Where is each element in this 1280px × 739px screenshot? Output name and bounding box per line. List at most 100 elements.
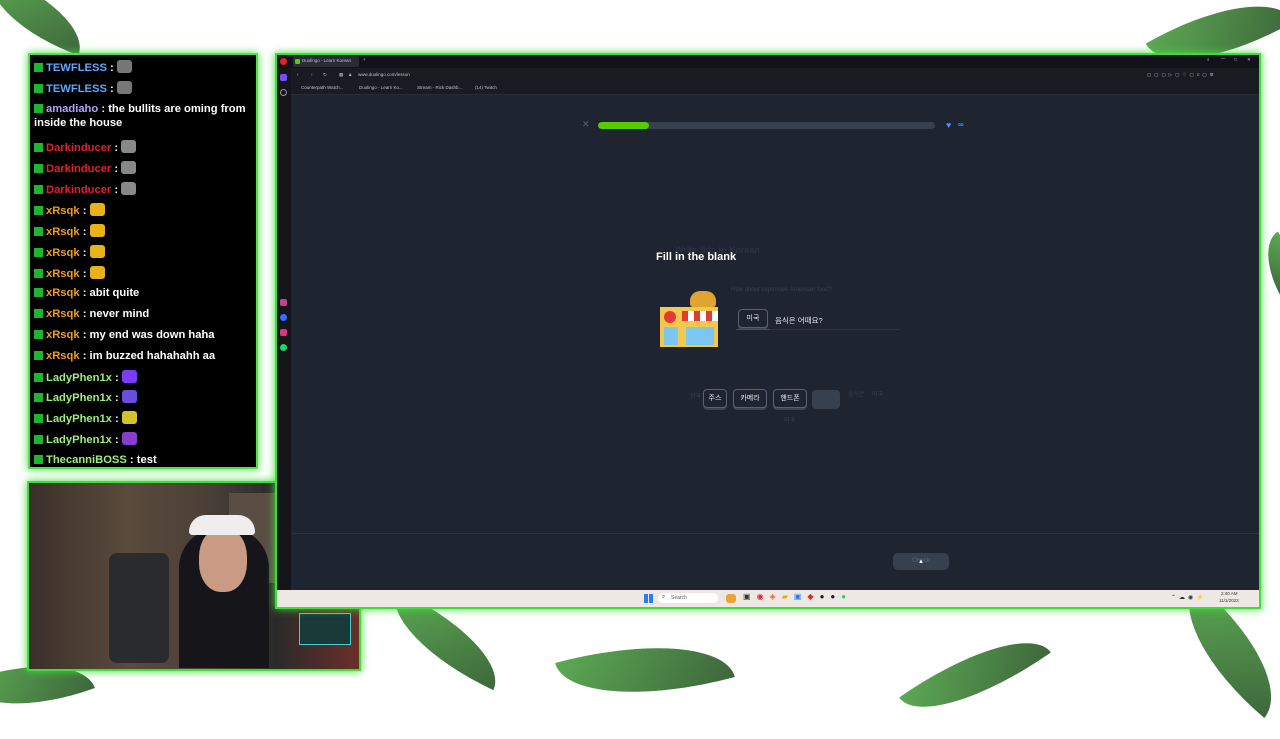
chat-separator: : (79, 247, 90, 259)
chat-username[interactable]: amadiaho (46, 103, 98, 115)
forward-icon[interactable]: › (311, 72, 313, 77)
duolingo-page: ✕ ♥ ∞ Write this in Korean Fill in the b… (292, 95, 1259, 591)
home-icon[interactable]: ▦ (339, 72, 343, 78)
chat-username[interactable]: LadyPhen1x (46, 392, 112, 404)
ghost-word-3: 음식은 (848, 392, 865, 398)
chat-username[interactable]: LadyPhen1x (46, 434, 112, 446)
chat-message: xRsqk : abit quite (30, 283, 256, 303)
chat-username[interactable]: xRsqk (46, 226, 80, 238)
reload-icon[interactable]: ↻ (323, 72, 327, 78)
mod-badge-icon (34, 143, 43, 152)
chat-username[interactable]: Darkinducer (46, 142, 111, 154)
chat-separator: : (111, 413, 122, 425)
close-lesson-icon[interactable]: ✕ (582, 119, 590, 130)
sentence-underline (770, 329, 900, 330)
chat-emote-icon (121, 370, 137, 383)
chat-username[interactable]: xRsqk (46, 247, 80, 259)
duolingo-favicon-icon (295, 59, 300, 64)
sidebar-instagram-icon[interactable] (280, 329, 287, 336)
hearts-count: ∞ (958, 120, 964, 129)
browser-sidebar (277, 68, 291, 590)
chat-username[interactable]: Darkinducer (46, 163, 111, 175)
address-input[interactable]: www.duolingo.com/lesson (358, 72, 410, 77)
chat-message: amadiaho : the bullits are oming from in… (30, 99, 256, 133)
taskbar-app-icons[interactable]: ▣◉◈▰▣◆●●● (743, 592, 852, 601)
webcam-keyboard (299, 613, 351, 645)
chat-username[interactable]: xRsqk (46, 205, 80, 217)
chat-username[interactable]: xRsqk (46, 308, 80, 320)
extensions-icons[interactable]: ▢▢▢▷▢♡▢≡▢⚙ (1147, 72, 1217, 78)
word-bank-phone[interactable]: 핸드폰 (773, 389, 807, 408)
bookmark-1[interactable]: Counterpath Watch... (301, 85, 343, 90)
bookmark-4[interactable]: (14) Twitch (475, 85, 497, 90)
door-icon (686, 327, 714, 345)
sidebar-home-icon[interactable] (280, 74, 287, 81)
sidebar-history-icon[interactable] (280, 89, 287, 96)
sidebar-messenger-icon[interactable] (280, 314, 287, 321)
chat-message: xRsqk : my end was down haha (30, 325, 256, 345)
chat-message: TEWFLESS : (30, 78, 256, 99)
chat-message: xRsqk : (30, 221, 256, 242)
chat-emote-icon (116, 81, 132, 94)
chat-emote-icon (121, 140, 137, 153)
chat-username[interactable]: TEWFLESS (46, 83, 107, 95)
chat-text: im buzzed hahahahh aa (89, 350, 216, 362)
sidebar-app-icon[interactable] (280, 299, 287, 306)
chat-message: ThecanniBOSS : test (30, 450, 256, 470)
background-leaf (899, 611, 1051, 739)
chat-message: xRsqk : (30, 263, 256, 284)
minimize-icon[interactable]: — (1221, 56, 1226, 61)
taskbar-widget-icon[interactable] (726, 594, 736, 603)
chat-username[interactable]: xRsqk (46, 268, 80, 280)
screen-capture: Duolingo - Learn Korean + ⌕ — □ ✕ ‹ › ↻ … (275, 53, 1261, 609)
mod-badge-icon (34, 288, 43, 297)
chat-username[interactable]: ThecanniBOSS (46, 454, 127, 466)
system-tray-icons[interactable]: ⌃☁◉⚡ (1171, 594, 1207, 601)
chat-emote-icon (89, 224, 105, 237)
chat-separator: : (79, 287, 90, 299)
mod-badge-icon (34, 393, 43, 402)
chat-username[interactable]: xRsqk (46, 350, 80, 362)
chat-message: LadyPhen1x : (30, 387, 256, 408)
window-search-icon[interactable]: ⌕ (1207, 57, 1210, 62)
chat-text: abit quite (89, 287, 140, 299)
sidebar-spotify-icon[interactable] (280, 344, 287, 351)
chat-username[interactable]: Darkinducer (46, 184, 111, 196)
mod-badge-icon (34, 269, 43, 278)
close-window-icon[interactable]: ✕ (1247, 57, 1251, 63)
new-tab-icon[interactable]: + (363, 57, 366, 62)
chat-emote-icon (121, 411, 137, 424)
chat-emote-icon (121, 432, 137, 445)
chat-username[interactable]: xRsqk (46, 287, 80, 299)
browser-logo-icon (280, 58, 287, 65)
chat-separator: : (79, 329, 90, 341)
word-bank-juice[interactable]: 주스 (703, 389, 727, 408)
filled-answer-text: 미국 (746, 315, 760, 322)
chat-separator: : (98, 103, 109, 115)
mod-badge-icon (34, 185, 43, 194)
ghost-word-1: 한국 (690, 394, 702, 400)
mod-badge-icon (34, 455, 43, 464)
filled-answer-chip[interactable]: 미국 (738, 309, 768, 328)
chat-username[interactable]: xRsqk (46, 329, 80, 341)
chat-username[interactable]: LadyPhen1x (46, 372, 112, 384)
mod-badge-icon (34, 330, 43, 339)
taskbar-date: 11/1/2023 (1219, 598, 1239, 603)
maximize-icon[interactable]: □ (1234, 57, 1237, 62)
tab-bar: Duolingo - Learn Korean + ⌕ — □ ✕ (277, 55, 1259, 68)
chat-username[interactable]: LadyPhen1x (46, 413, 112, 425)
bookmark-3[interactable]: Stream - Rick Dashb... (417, 85, 462, 90)
tab-title: Duolingo - Learn Korean (302, 58, 352, 63)
bookmark-2[interactable]: Duolingo - Learn Ko... (359, 85, 403, 90)
taskbar-search[interactable]: ⌕ Search (658, 593, 718, 603)
mod-badge-icon (34, 84, 43, 93)
browser-tab[interactable]: Duolingo - Learn Korean (293, 56, 359, 67)
chat-username[interactable]: TEWFLESS (46, 62, 107, 74)
chat-emote-icon (121, 390, 137, 403)
back-icon[interactable]: ‹ (297, 72, 299, 77)
word-bank-camera[interactable]: 카메라 (733, 389, 767, 408)
mod-badge-icon (34, 435, 43, 444)
mod-badge-icon (34, 206, 43, 215)
chat-separator: : (111, 142, 122, 154)
start-icon[interactable] (644, 594, 653, 603)
